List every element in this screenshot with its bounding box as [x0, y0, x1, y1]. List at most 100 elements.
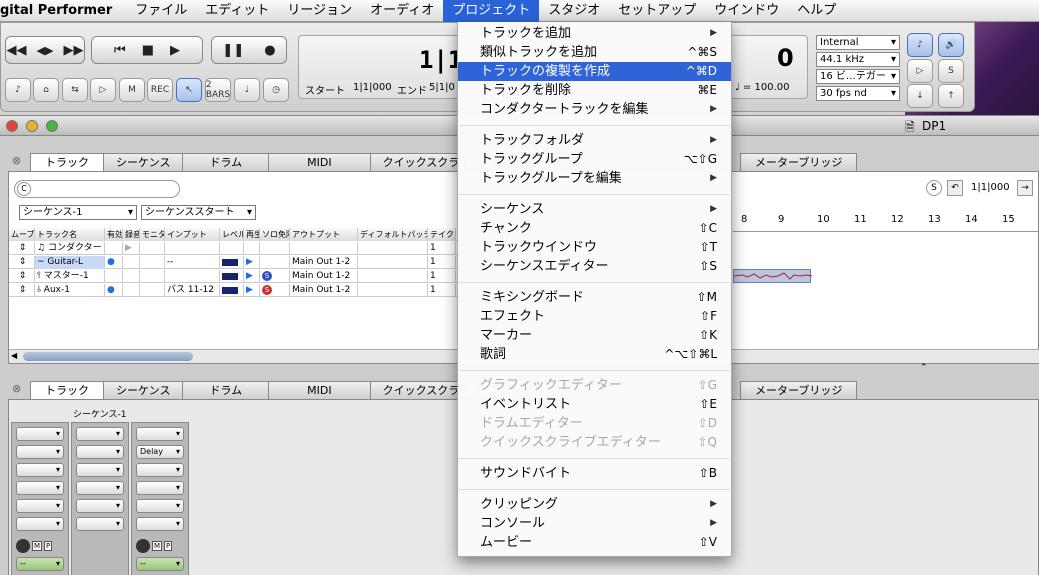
locator-next-icon[interactable]: →: [1017, 180, 1033, 196]
solo-cell[interactable]: [260, 241, 290, 255]
menu-setup[interactable]: セットアップ: [609, 0, 705, 22]
menu-item[interactable]: チャンク ⇧C: [458, 219, 731, 238]
tab-midi[interactable]: MIDI: [268, 153, 371, 171]
record-cell[interactable]: ▶: [123, 241, 140, 255]
menu-item[interactable]: イベントリスト ⇧E: [458, 395, 731, 414]
menu-item[interactable]: クリッピング ▶: [458, 495, 731, 514]
insert-slot[interactable]: [16, 445, 64, 459]
tool-icon-3[interactable]: ⇆: [62, 78, 88, 102]
tab-drum[interactable]: ドラム: [182, 153, 270, 171]
solo-button[interactable]: P: [44, 541, 53, 551]
patch-cell[interactable]: [358, 255, 428, 269]
menu-file[interactable]: ファイル: [126, 0, 196, 22]
tempo-display[interactable]: ♩ = 100.00: [735, 82, 789, 93]
timeline-ruler[interactable]: 8 9 10 11 12 13 14 15: [733, 214, 1039, 232]
menu-edit[interactable]: エディット: [196, 0, 278, 22]
insert-slot[interactable]: [76, 445, 124, 459]
s-button[interactable]: S: [938, 59, 964, 83]
return-to-zero-icon[interactable]: ⏮: [106, 43, 134, 58]
record-icon[interactable]: ●: [254, 43, 285, 58]
pan-knob-icon[interactable]: [16, 539, 30, 553]
track-name[interactable]: ~ Guitar-L: [35, 255, 105, 269]
tab-tracks-bottom[interactable]: トラック: [30, 381, 104, 399]
input-cell[interactable]: --: [165, 255, 220, 269]
output-cell[interactable]: Main Out 1-2: [290, 269, 358, 283]
output-select[interactable]: --: [16, 557, 64, 571]
splitter-handle-icon[interactable]: ⌃: [920, 363, 928, 373]
rewind-locator-icon[interactable]: ↶: [947, 180, 963, 196]
menu-item[interactable]: シーケンス ▶: [458, 200, 731, 219]
output-cell[interactable]: Main Out 1-2: [290, 255, 358, 269]
scroll-thumb[interactable]: [23, 352, 193, 361]
insert-slot[interactable]: [136, 499, 184, 513]
output-cell[interactable]: Main Out 1-2: [290, 283, 358, 297]
output-cell[interactable]: [290, 241, 358, 255]
enabled-cell[interactable]: [105, 241, 123, 255]
search-input[interactable]: C: [14, 180, 180, 198]
monitor-cell[interactable]: [140, 283, 165, 297]
track-name[interactable]: ♫ コンダクター: [35, 241, 105, 255]
sample-rate-select[interactable]: 44.1 kHz ▾: [816, 52, 900, 67]
menu-item[interactable]: トラックグループ ⌥⇧G: [458, 150, 731, 169]
stop-icon[interactable]: ■: [134, 43, 162, 58]
monitor-cell[interactable]: [140, 241, 165, 255]
insert-slot[interactable]: [76, 517, 124, 531]
close-icon[interactable]: [6, 120, 18, 132]
app-name[interactable]: gital Performer: [0, 3, 126, 18]
strip-dropdown[interactable]: [136, 427, 184, 441]
menu-item[interactable]: エフェクト ⇧F: [458, 307, 731, 326]
solo-button[interactable]: P: [164, 541, 173, 551]
play-cell[interactable]: [244, 241, 260, 255]
play-cell[interactable]: ▶: [244, 255, 260, 269]
play-cell[interactable]: ▶: [244, 283, 260, 297]
menu-item[interactable]: 類似トラックを追加 ^⌘S: [458, 43, 731, 62]
insert-slot[interactable]: [76, 481, 124, 495]
s-icon[interactable]: S: [926, 180, 942, 196]
sequence-start-select[interactable]: シーケンススタート ▾: [141, 205, 256, 220]
record-cell[interactable]: [123, 255, 140, 269]
track-name[interactable]: ⫯ マスター-1: [35, 269, 105, 283]
insert-slot[interactable]: [16, 481, 64, 495]
up-icon[interactable]: ↑: [938, 84, 964, 108]
input-cell[interactable]: [165, 269, 220, 283]
insert-slot[interactable]: [76, 463, 124, 477]
audio-region[interactable]: [733, 269, 813, 283]
take-cell[interactable]: 1: [428, 269, 456, 283]
take-cell[interactable]: 1: [428, 283, 456, 297]
mute-button[interactable]: M: [152, 541, 163, 551]
solo-cell[interactable]: S: [260, 269, 290, 283]
input-cell[interactable]: バス 11-12: [165, 283, 220, 297]
solo-cell[interactable]: [260, 255, 290, 269]
locator-value[interactable]: 1|1|000: [971, 182, 1010, 193]
mute-button[interactable]: M: [32, 541, 43, 551]
rec-icon[interactable]: REC: [147, 78, 173, 102]
tab-midi-bottom[interactable]: MIDI: [268, 381, 371, 399]
menu-item[interactable]: トラックウインドウ ⇧T: [458, 238, 731, 257]
menu-project[interactable]: プロジェクト: [443, 0, 540, 22]
menu-item[interactable]: サウンドバイト ⇧B: [458, 464, 731, 483]
pan-knob-icon[interactable]: [136, 539, 150, 553]
speaker-icon[interactable]: 🔊: [938, 33, 964, 57]
tool-icon-1[interactable]: ♪: [5, 78, 31, 102]
sync-select[interactable]: Internal ▾: [816, 35, 900, 50]
menu-item[interactable]: トラックの複製を作成 ^⌘D: [458, 62, 731, 81]
menu-item[interactable]: コンソール ▶: [458, 514, 731, 533]
insert-slot[interactable]: [16, 463, 64, 477]
start-value[interactable]: 1|1|000: [353, 82, 392, 93]
cursor-icon[interactable]: ↖: [176, 78, 202, 102]
move-handle-icon[interactable]: ⇕: [9, 283, 35, 297]
insert-slot[interactable]: [136, 517, 184, 531]
track-row[interactable]: ⇕ ♫ コンダクター ▶ 1: [9, 241, 467, 255]
strip-dropdown[interactable]: [16, 427, 64, 441]
play-cell[interactable]: ▶: [244, 269, 260, 283]
sync-icon[interactable]: ♪: [907, 33, 933, 57]
track-row[interactable]: ⇕ ⫰ Aux-1 ● バス 11-12 ▶ S Main Out 1-2 1: [9, 283, 467, 297]
scroll-left-icon[interactable]: ◀: [11, 351, 17, 360]
input-cell[interactable]: [165, 241, 220, 255]
tool-icon-4[interactable]: ▷: [90, 78, 116, 102]
insert-slot[interactable]: [76, 499, 124, 513]
enabled-cell[interactable]: ●: [105, 255, 123, 269]
minimize-icon[interactable]: [26, 120, 38, 132]
strip-dropdown[interactable]: [76, 427, 124, 441]
menu-region[interactable]: リージョン: [278, 0, 361, 22]
